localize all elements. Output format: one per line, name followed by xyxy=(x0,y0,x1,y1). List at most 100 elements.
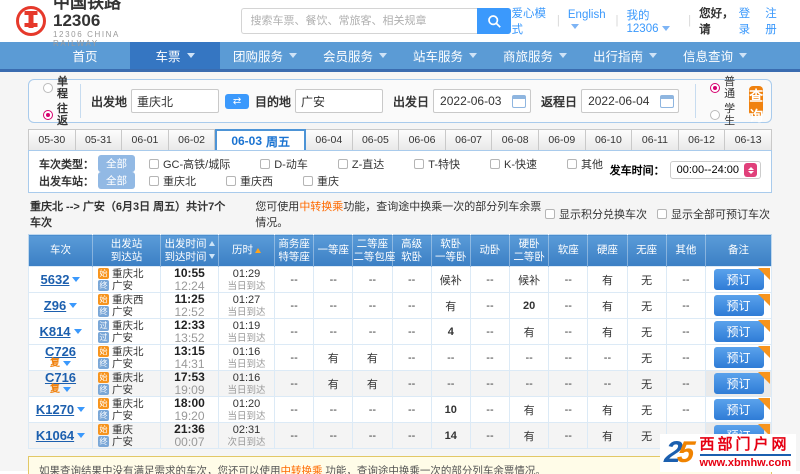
round-trip-radio[interactable]: 往返 xyxy=(43,103,68,127)
show-bookable-trains-checkbox[interactable]: 显示全部可预订车次 xyxy=(657,206,770,222)
return-date-input[interactable] xyxy=(586,91,657,111)
book-button[interactable]: 预订 xyxy=(713,399,764,420)
book-button[interactable]: 预订 xyxy=(713,321,764,342)
chevron-down-icon[interactable] xyxy=(73,329,82,334)
train-number-link[interactable]: Z96 xyxy=(44,299,66,312)
date-tab[interactable]: 06-01 xyxy=(122,129,169,151)
normal-passenger-radio[interactable]: 普通 xyxy=(710,76,735,100)
search-button[interactable] xyxy=(477,8,512,34)
language-menu[interactable]: English xyxy=(568,9,608,33)
chevron-down-icon[interactable] xyxy=(72,277,81,282)
nav-member-services[interactable]: 会员服务 xyxy=(310,42,400,69)
nav-group-services[interactable]: 团购服务 xyxy=(220,42,310,69)
book-button[interactable]: 预订 xyxy=(713,373,764,394)
date-tab[interactable]: 06-12 xyxy=(678,129,726,151)
filter-k[interactable]: K-快速 xyxy=(490,156,537,172)
filter-d[interactable]: D-动车 xyxy=(260,156,308,172)
date-tab[interactable]: 06-06 xyxy=(399,129,446,151)
filter-station-cqx[interactable]: 重庆西 xyxy=(226,173,273,189)
sort-active-icon[interactable] xyxy=(255,247,261,253)
filter-z[interactable]: Z-直达 xyxy=(337,156,384,172)
filter-other[interactable]: 其他 xyxy=(567,156,603,172)
filter-station-cq[interactable]: 重庆 xyxy=(303,173,339,189)
student-passenger-radio[interactable]: 学生 xyxy=(710,103,735,127)
train-number-link[interactable]: 5632 xyxy=(41,273,70,286)
nav-station-services[interactable]: 站车服务 xyxy=(400,42,490,69)
to-station-input[interactable] xyxy=(295,89,384,113)
register-link[interactable]: 注册 xyxy=(765,5,784,37)
train-number-link[interactable]: C716 xyxy=(45,371,76,384)
one-way-radio[interactable]: 单程 xyxy=(43,76,68,100)
book-button[interactable]: 预订 xyxy=(713,347,764,368)
spinner-icon[interactable] xyxy=(744,163,757,177)
chevron-down-icon[interactable] xyxy=(63,387,71,392)
chevron-down-icon xyxy=(289,53,297,58)
depart-date-input[interactable] xyxy=(438,91,509,111)
start-station-icon: 始 xyxy=(98,345,109,357)
filter-station-cqb[interactable]: 重庆北 xyxy=(149,173,196,189)
ticket-search-panel: 单程 往返 出发地 ⇄ 目的地 出发日 返程日 普通 学生 查询 xyxy=(28,76,772,127)
date-tab[interactable]: 06-09 xyxy=(538,129,586,151)
date-tab[interactable]: 06-05 xyxy=(352,129,400,151)
date-tab[interactable]: 06-13 xyxy=(725,129,772,151)
nav-business-travel[interactable]: 商旅服务 xyxy=(490,42,580,69)
date-tab[interactable]: 06-08 xyxy=(492,129,539,151)
chevron-down-icon xyxy=(661,26,670,32)
table-row: 5632 始重庆北终广安 10:55 12:24 01:29 当日到达 -- -- … xyxy=(28,266,772,293)
chevron-down-icon[interactable] xyxy=(69,303,78,308)
seat-availability: -- xyxy=(430,370,471,397)
care-mode-link[interactable]: 爱心模式 xyxy=(511,5,548,37)
train-type-all-chip[interactable]: 全部 xyxy=(98,155,135,172)
nav-info-query[interactable]: 信息查询 xyxy=(670,42,760,69)
train-number-link[interactable]: K814 xyxy=(39,325,70,338)
sort-desc-icon[interactable] xyxy=(208,254,215,260)
date-tab[interactable]: 06-10 xyxy=(585,129,633,151)
transfer-link[interactable]: 中转换乘 xyxy=(299,201,343,213)
calendar-icon[interactable] xyxy=(660,94,675,108)
end-station-icon: 终 xyxy=(98,280,109,292)
chevron-down-icon[interactable] xyxy=(77,407,86,412)
show-points-trains-checkbox[interactable]: 显示积分兑换车次 xyxy=(545,206,647,222)
nav-home[interactable]: 首页 xyxy=(40,42,130,69)
train-number-link[interactable]: K1270 xyxy=(36,403,74,416)
search-input[interactable] xyxy=(241,8,478,34)
nav-travel-guide[interactable]: 出行指南 xyxy=(580,42,670,69)
duration: 02:31 xyxy=(232,423,261,436)
station-all-chip[interactable]: 全部 xyxy=(98,172,135,189)
seat-availability: 有 xyxy=(313,344,354,371)
date-tab[interactable]: 05-31 xyxy=(75,129,123,151)
my-12306-menu[interactable]: 我的12306 xyxy=(627,7,681,35)
query-button[interactable]: 查询 xyxy=(749,86,764,124)
arrive-time: 13:52 xyxy=(174,331,205,345)
date-tab-active[interactable]: 06-03 周五 xyxy=(215,129,307,151)
seat-availability: -- xyxy=(665,344,707,371)
transfer-link[interactable]: 中转换乘 xyxy=(281,465,323,474)
depart-time-select[interactable]: 00:00--24:00 xyxy=(669,161,761,179)
train-number-link[interactable]: C726 xyxy=(45,345,76,358)
top-header: 中国铁路12306 12306 CHINA RAILWAY 爱心模式 | Eng… xyxy=(0,0,800,48)
chevron-down-icon[interactable] xyxy=(63,361,71,366)
col-train-no[interactable]: 车次 xyxy=(28,234,93,267)
filter-gc[interactable]: GC-高铁/城际 xyxy=(149,156,230,172)
seat-availability: -- xyxy=(313,396,354,423)
nav-tickets[interactable]: 车票 xyxy=(130,42,220,69)
date-tab[interactable]: 06-07 xyxy=(445,129,493,151)
col-duration-sort[interactable]: 历时 xyxy=(218,234,275,267)
calendar-icon[interactable] xyxy=(512,94,527,108)
from-station-input[interactable] xyxy=(131,89,220,113)
date-tab[interactable]: 06-04 xyxy=(306,129,353,151)
swap-stations-icon[interactable]: ⇄ xyxy=(225,93,250,109)
date-tab[interactable]: 06-11 xyxy=(632,129,679,151)
sort-asc-icon[interactable] xyxy=(208,241,215,247)
book-button[interactable]: 预订 xyxy=(713,269,764,290)
book-button[interactable]: 预订 xyxy=(713,295,764,316)
filter-t[interactable]: T-特快 xyxy=(414,156,460,172)
chevron-down-icon[interactable] xyxy=(77,433,86,438)
train-number-link[interactable]: K1064 xyxy=(36,429,74,442)
seat-availability: 无 xyxy=(626,266,667,293)
watermark-site: www.xbmhw.com xyxy=(699,457,791,469)
login-link[interactable]: 登录 xyxy=(739,5,758,37)
col-times-sort[interactable]: 出发时间 到达时间 xyxy=(160,234,219,267)
date-tab[interactable]: 06-02 xyxy=(168,129,216,151)
date-tab[interactable]: 05-30 xyxy=(28,129,76,151)
